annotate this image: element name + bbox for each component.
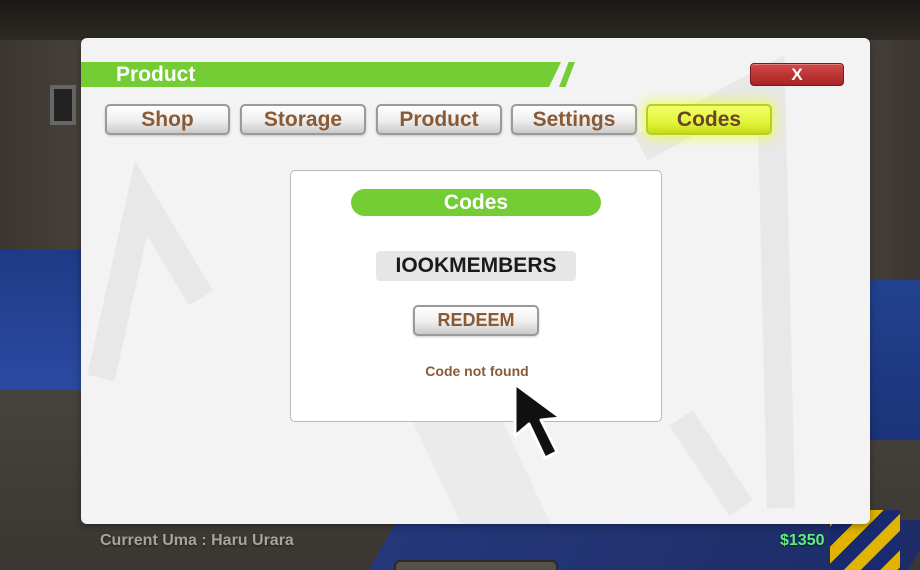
tab-shop[interactable]: Shop [105,104,230,135]
background-hud-object [394,560,558,570]
window-title: Product [116,63,196,86]
codes-header: Codes [351,189,601,216]
money-display: $1350 [780,532,825,549]
tab-product[interactable]: Product [376,104,502,135]
tab-codes[interactable]: Codes [646,104,772,135]
product-window: Product X Shop Storage Product Settings … [81,38,870,524]
redeem-button[interactable]: REDEEM [413,305,539,336]
codes-card: Codes IOOKMEMBERS REDEEM Code not found [290,170,662,422]
background-window [50,85,76,125]
tab-storage[interactable]: Storage [240,104,366,135]
background-blue-panel-left [0,250,90,390]
title-banner-accent [559,62,575,87]
tab-settings[interactable]: Settings [511,104,637,135]
current-uma-label: Current Uma : Haru Urara [100,532,294,549]
close-button[interactable]: X [750,63,844,86]
code-input[interactable]: IOOKMEMBERS [376,251,576,281]
status-message: Code not found [425,363,529,379]
